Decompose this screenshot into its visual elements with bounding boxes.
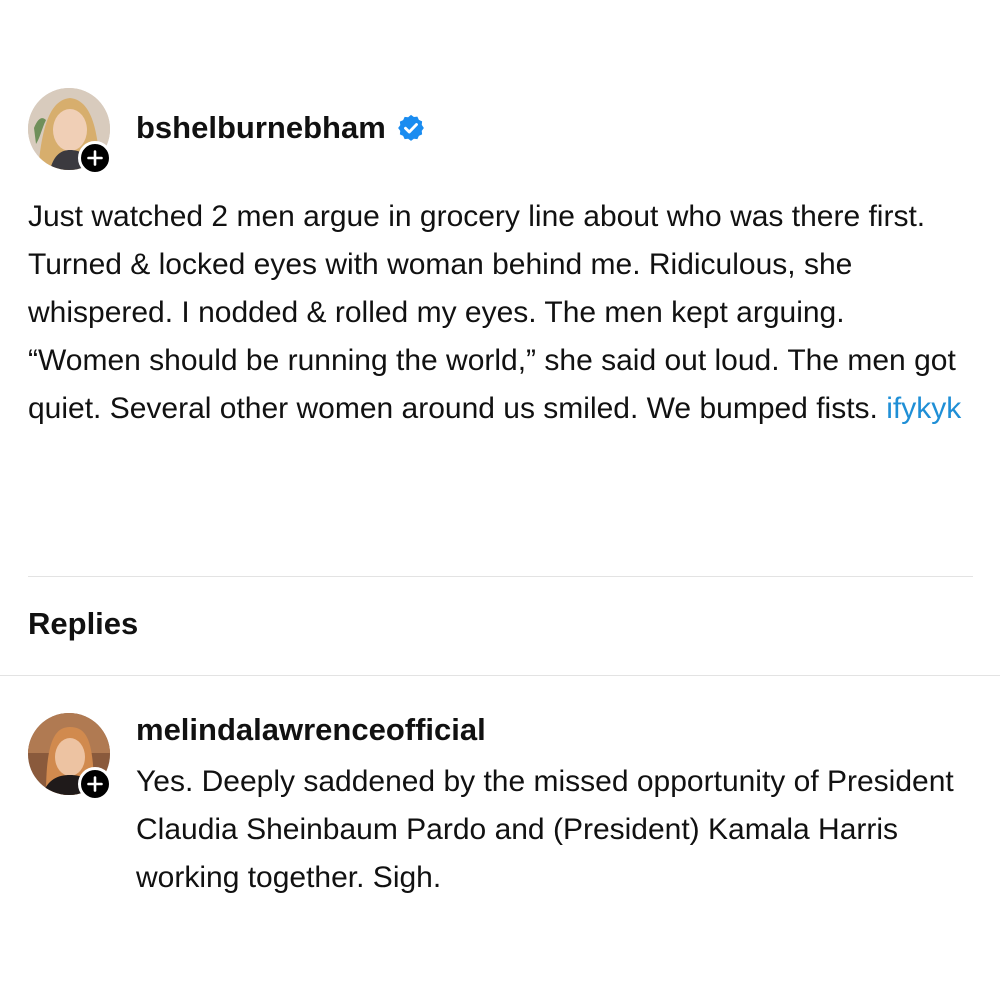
post-header: bshelburnebham (136, 110, 426, 146)
reply-username[interactable]: melindalawrenceofficial (136, 712, 486, 748)
verified-badge-icon (396, 113, 426, 143)
reply-body: Yes. Deeply saddened by the missed oppor… (136, 765, 954, 894)
post-username[interactable]: bshelburnebham (136, 110, 386, 146)
follow-button[interactable] (78, 141, 112, 175)
plus-icon (87, 150, 103, 166)
hashtag-link[interactable]: ifykyk (886, 392, 961, 425)
follow-button[interactable] (78, 767, 112, 801)
post-body-text: Just watched 2 men argue in grocery line… (28, 200, 956, 425)
plus-icon (87, 776, 103, 792)
section-divider (28, 576, 973, 577)
replies-divider (0, 675, 1000, 676)
replies-heading: Replies (28, 606, 139, 641)
post-body: Just watched 2 men argue in grocery line… (28, 193, 963, 433)
